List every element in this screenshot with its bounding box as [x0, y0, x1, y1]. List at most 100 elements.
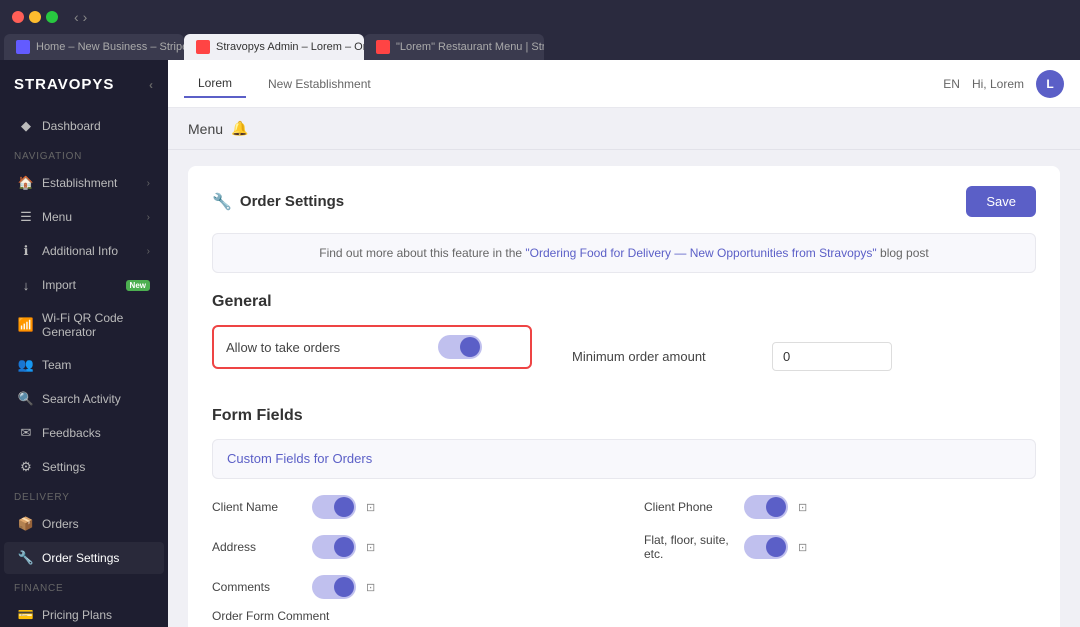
flat-floor-toggle[interactable]: [744, 535, 788, 559]
order-form-comment-label: Order Form Comment: [212, 609, 1036, 623]
wifi-icon: 📶: [18, 317, 34, 333]
chevron-right-icon: ›: [147, 212, 150, 223]
field-row-client-name: Client Name ⊡: [212, 495, 604, 519]
settings-icon: 🔧: [212, 192, 232, 212]
wrench-icon: 🔧: [18, 550, 34, 566]
sidebar-item-additional-info[interactable]: ℹ Additional Info ›: [4, 235, 164, 267]
order-settings-card: 🔧 Order Settings Save Find out more abou…: [188, 166, 1060, 627]
import-icon: ↓: [18, 277, 34, 293]
client-name-toggle[interactable]: [312, 495, 356, 519]
sidebar-item-dashboard[interactable]: ◆ Dashboard: [4, 110, 164, 142]
custom-fields-row: Custom Fields for Orders: [212, 439, 1036, 479]
tab-lorem[interactable]: Lorem: [184, 70, 246, 98]
user-avatar[interactable]: L: [1036, 70, 1064, 98]
save-button[interactable]: Save: [966, 186, 1036, 217]
stravopys-favicon: [196, 40, 210, 54]
sidebar-label-order-settings: Order Settings: [42, 551, 119, 565]
order-form-comment-section: Order Form Comment: [212, 609, 1036, 627]
nav-section-label: NAVIGATION: [0, 143, 168, 166]
sidebar-label-search-activity: Search Activity: [42, 392, 121, 406]
toggle-thumb: [766, 537, 786, 557]
sidebar-item-pricing-plans[interactable]: 💳 Pricing Plans: [4, 599, 164, 627]
edit-icon[interactable]: ⊡: [366, 581, 375, 594]
allow-orders-label: Allow to take orders: [226, 340, 426, 355]
general-section-title: General: [212, 293, 1036, 311]
delivery-section-label: DELIVERY: [0, 484, 168, 507]
toggle-track: [312, 495, 356, 519]
edit-icon[interactable]: ⊡: [798, 541, 807, 554]
minimize-button[interactable]: [29, 11, 41, 23]
client-phone-toggle[interactable]: [744, 495, 788, 519]
sidebar-item-wifi-qr[interactable]: 📶 Wi-Fi QR Code Generator: [4, 303, 164, 347]
tab-new-establishment[interactable]: New Establishment: [254, 71, 385, 97]
team-icon: 👥: [18, 357, 34, 373]
sidebar-item-menu[interactable]: ☰ Menu ›: [4, 201, 164, 233]
maximize-button[interactable]: [46, 11, 58, 23]
sidebar-item-search-activity[interactable]: 🔍 Search Activity: [4, 383, 164, 415]
stripe-favicon: [16, 40, 30, 54]
tab-label-stravopys: Stravopys Admin – Lorem – Order Settings: [216, 41, 364, 53]
field-row-client-phone: Client Phone ⊡: [644, 495, 1036, 519]
custom-fields-link[interactable]: Custom Fields for Orders: [227, 451, 372, 466]
sidebar-item-import[interactable]: ↓ Import New: [4, 269, 164, 301]
menu-icon: ☰: [18, 209, 34, 225]
info-banner-link[interactable]: "Ordering Food for Delivery — New Opport…: [525, 246, 876, 260]
address-toggle[interactable]: [312, 535, 356, 559]
toggle-track: [744, 535, 788, 559]
info-banner-suffix: blog post: [880, 246, 929, 260]
browser-tab-stravopys[interactable]: Stravopys Admin – Lorem – Order Settings: [184, 34, 364, 60]
info-banner-text: Find out more about this feature in the: [319, 246, 525, 260]
chevron-right-icon: ›: [147, 246, 150, 257]
close-button[interactable]: [12, 11, 24, 23]
sidebar: Stravopys ‹ ◆ Dashboard NAVIGATION 🏠 Est…: [0, 60, 168, 627]
form-fields-grid: Client Name ⊡ Client Phone: [212, 495, 1036, 599]
flat-floor-label: Flat, floor, suite, etc.: [644, 533, 734, 561]
browser-tab-lorem[interactable]: "Lorem" Restaurant Menu | Stravopys: [364, 34, 544, 60]
mail-icon: ✉: [18, 425, 34, 441]
browser-tab-stripe[interactable]: Home – New Business – Stripe [Test]: [4, 34, 184, 60]
toggle-thumb: [334, 577, 354, 597]
form-fields-section-title: Form Fields: [212, 407, 1036, 425]
topbar: Lorem New Establishment EN Hi, Lorem L: [168, 60, 1080, 108]
address-label: Address: [212, 540, 302, 554]
toggle-track: [438, 335, 482, 359]
comments-toggle[interactable]: [312, 575, 356, 599]
sidebar-label-menu: Menu: [42, 210, 72, 224]
sidebar-label-additional-info: Additional Info: [42, 244, 118, 258]
language-selector[interactable]: EN: [943, 77, 960, 91]
forward-arrow[interactable]: ›: [83, 9, 88, 25]
sidebar-label-pricing-plans: Pricing Plans: [42, 608, 112, 622]
collapse-icon[interactable]: ‹: [149, 78, 154, 92]
card-header: 🔧 Order Settings Save: [212, 186, 1036, 217]
lorem-favicon: [376, 40, 390, 54]
gear-icon: ⚙: [18, 459, 34, 475]
card-title-text: Order Settings: [240, 193, 344, 210]
sidebar-item-settings[interactable]: ⚙ Settings: [4, 451, 164, 483]
edit-icon[interactable]: ⊡: [366, 501, 375, 514]
min-order-input[interactable]: [772, 342, 892, 371]
card-title: 🔧 Order Settings: [212, 192, 344, 212]
sidebar-item-establishment[interactable]: 🏠 Establishment ›: [4, 167, 164, 199]
sidebar-item-feedbacks[interactable]: ✉ Feedbacks: [4, 417, 164, 449]
content-area: 🔧 Order Settings Save Find out more abou…: [168, 150, 1080, 627]
allow-orders-toggle[interactable]: [438, 335, 482, 359]
sidebar-item-order-settings[interactable]: 🔧 Order Settings: [4, 542, 164, 574]
edit-icon[interactable]: ⊡: [366, 541, 375, 554]
edit-icon[interactable]: ⊡: [798, 501, 807, 514]
sidebar-item-team[interactable]: 👥 Team: [4, 349, 164, 381]
field-row-address: Address ⊡: [212, 533, 604, 561]
bell-icon[interactable]: 🔔: [231, 120, 248, 137]
page-header: Menu 🔔: [168, 108, 1080, 150]
back-arrow[interactable]: ‹: [74, 9, 79, 25]
sidebar-item-orders[interactable]: 📦 Orders: [4, 508, 164, 540]
sidebar-label-wifi-qr: Wi-Fi QR Code Generator: [42, 311, 150, 339]
client-phone-label: Client Phone: [644, 500, 734, 514]
sidebar-label-orders: Orders: [42, 517, 79, 531]
finance-section-label: FINANCE: [0, 575, 168, 598]
tab-label-stripe: Home – New Business – Stripe [Test]: [36, 41, 184, 53]
info-banner: Find out more about this feature in the …: [212, 233, 1036, 273]
field-row-comments: Comments ⊡: [212, 575, 604, 599]
search-icon: 🔍: [18, 391, 34, 407]
browser-tabs: Home – New Business – Stripe [Test] Stra…: [0, 34, 1080, 60]
new-badge: New: [126, 280, 150, 291]
